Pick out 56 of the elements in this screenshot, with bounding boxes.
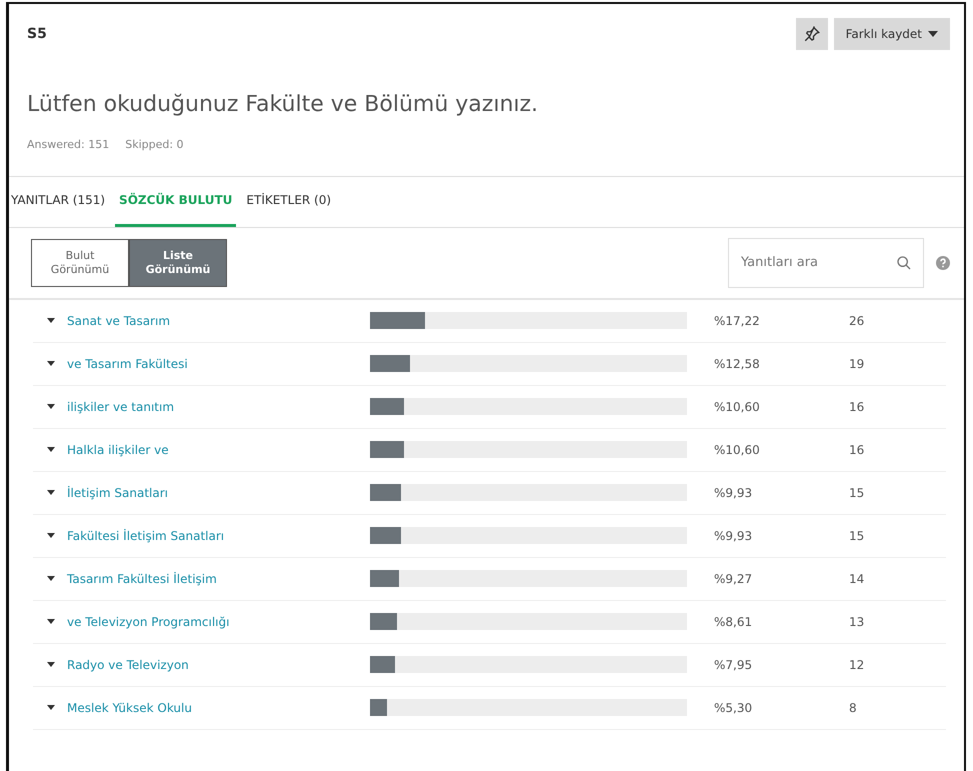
tab[interactable]: ETİKETLER (0) [244, 176, 334, 226]
caret-icon[interactable] [47, 361, 55, 366]
response-stat: Answered: 151 [27, 137, 110, 153]
count-cell-text: 15 [849, 484, 864, 502]
caret-icon[interactable] [47, 318, 55, 323]
percent-cell-text: %5,30 [714, 700, 754, 716]
percent-cell-text: %8,61 [714, 614, 754, 630]
count-cell-text: 14 [849, 570, 864, 588]
caret-icon[interactable] [47, 705, 55, 710]
percent-cell-text: %17,22 [714, 312, 761, 330]
pin-icon [802, 25, 821, 43]
phrase-link[interactable]: Meslek Yüksek Okulu [67, 698, 370, 716]
caret-icon[interactable] [47, 662, 55, 667]
percent-cell-text: %9,27 [714, 570, 754, 588]
count-cell-text: 26 [849, 312, 864, 330]
save-as-button[interactable]: Farklı kaydet [834, 18, 950, 50]
caret-icon[interactable] [47, 447, 55, 452]
tab[interactable]: SÖZCÜK BULUTU [115, 176, 236, 226]
view-toggle-button[interactable]: Bulut Görünümü [31, 238, 129, 286]
phrase-link[interactable]: Sanat ve Tasarım [67, 312, 370, 330]
phrase-link[interactable]: Radyo ve Televizyon [67, 656, 370, 674]
caret-icon [928, 31, 938, 37]
view-toggle-button[interactable]: Liste Görünümü [129, 238, 227, 286]
question-title: Lütfen okuduğunuz Fakülte ve Bölümü yazınız. [26, 91, 540, 119]
count-cell-text: 15 [849, 528, 864, 544]
pin-button[interactable] [796, 18, 828, 50]
percent-cell-text: %9,93 [714, 528, 754, 544]
count-cell-text: 16 [849, 398, 864, 416]
help-icon[interactable] [936, 256, 950, 270]
caret-icon[interactable] [47, 490, 55, 495]
tab[interactable]: YANITLAR (151) [9, 176, 108, 226]
percent-cell-text: %9,93 [714, 484, 754, 502]
phrase-link[interactable]: Fakültesi İletişim Sanatları [67, 526, 370, 544]
question-number: S5 [27, 24, 47, 44]
search-icon [896, 254, 912, 270]
percent-cell-text: %7,95 [714, 656, 754, 674]
percent-cell-text: %12,58 [714, 356, 761, 372]
response-stat: Skipped: 0 [125, 137, 184, 153]
phrase-link[interactable]: ve Televizyon Programcılığı [67, 612, 370, 630]
count-cell-text: 19 [849, 356, 864, 372]
count-cell-text: 16 [849, 442, 864, 458]
caret-icon[interactable] [47, 533, 55, 538]
caret-icon[interactable] [47, 619, 55, 624]
count-cell-text: 13 [849, 614, 864, 630]
count-cell-text: 12 [849, 656, 864, 674]
caret-icon[interactable] [47, 404, 55, 409]
phrase-link[interactable]: İletişim Sanatları [67, 484, 370, 502]
phrase-link[interactable]: Halkla ilişkiler ve [67, 440, 370, 458]
search-field[interactable]: Yanıtları ara [728, 238, 924, 288]
phrase-link[interactable]: ilişkiler ve tanıtım [67, 398, 370, 416]
phrase-link[interactable]: ve Tasarım Fakültesi [67, 354, 370, 372]
caret-icon[interactable] [47, 576, 55, 581]
percent-cell-text: %10,60 [714, 442, 761, 458]
count-cell-text: 8 [849, 700, 857, 716]
percent-cell-text: %10,60 [714, 398, 761, 416]
phrase-link[interactable]: Tasarım Fakültesi İletişim [67, 570, 370, 588]
